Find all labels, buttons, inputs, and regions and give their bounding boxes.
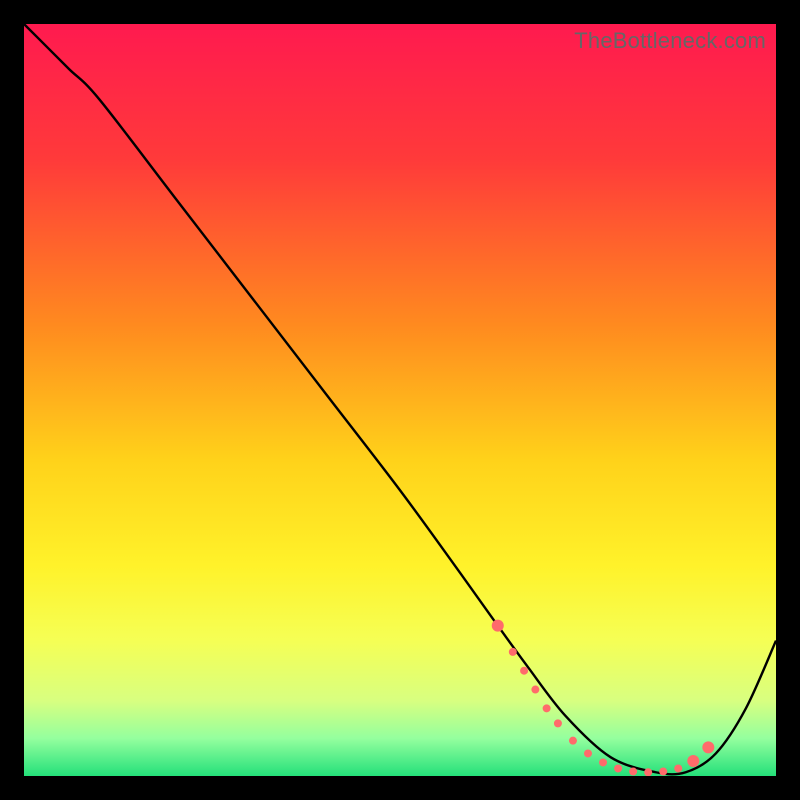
chart-svg	[24, 24, 776, 776]
marker-point	[554, 719, 562, 727]
marker-point	[584, 749, 592, 757]
watermark-text: TheBottleneck.com	[574, 28, 766, 54]
marker-point	[492, 620, 504, 632]
marker-point	[614, 764, 622, 772]
chart-background	[24, 24, 776, 776]
marker-point	[520, 667, 528, 675]
marker-point	[629, 767, 637, 775]
marker-point	[543, 704, 551, 712]
marker-point	[569, 737, 577, 745]
chart-frame: TheBottleneck.com	[24, 24, 776, 776]
marker-point	[687, 755, 699, 767]
marker-point	[509, 648, 517, 656]
marker-point	[531, 686, 539, 694]
marker-point	[599, 758, 607, 766]
marker-point	[644, 768, 652, 776]
marker-point	[659, 767, 667, 775]
marker-point	[702, 741, 714, 753]
marker-point	[674, 764, 682, 772]
